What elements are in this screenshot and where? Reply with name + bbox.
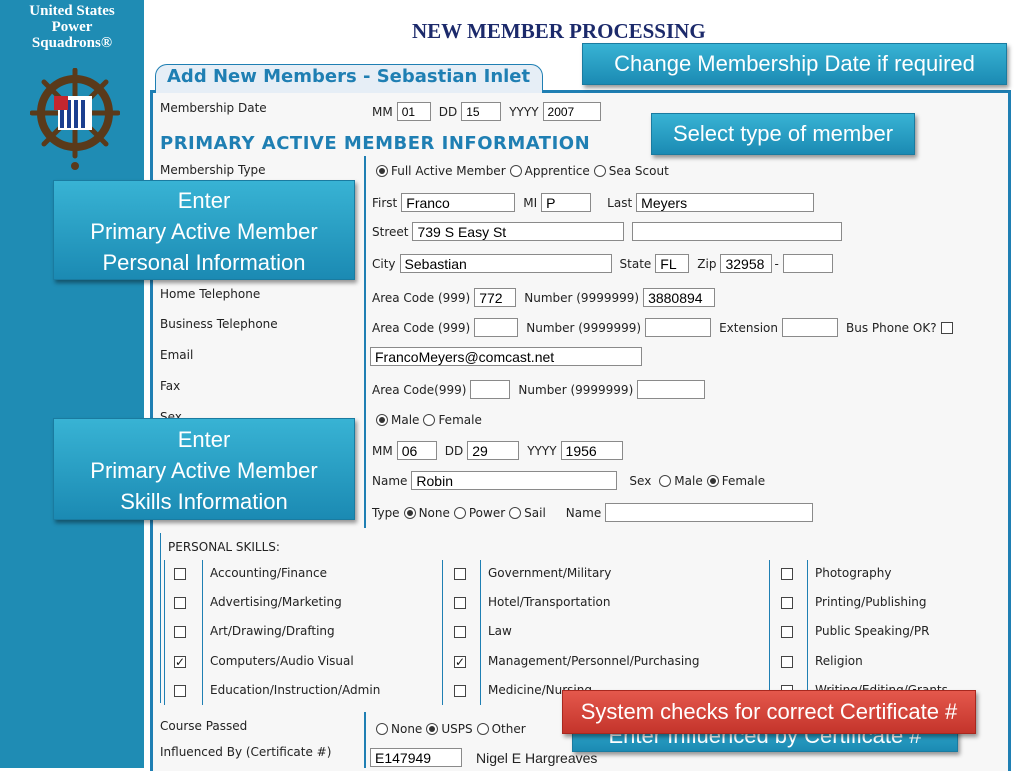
skill-checkbox[interactable] — [454, 568, 466, 580]
skill-label: Education/Instruction/Admin — [210, 683, 381, 697]
course-other-label: Other — [491, 722, 526, 736]
skill-checkbox[interactable] — [174, 685, 186, 697]
influenced-row: E147949 Nigel E Hargreaves — [370, 748, 601, 767]
callout-skills-info: Enter Primary Active Member Skills Infor… — [53, 418, 355, 520]
skill-checkbox[interactable]: ✓ — [454, 656, 466, 668]
skill-checkbox[interactable] — [174, 568, 186, 580]
skill-label: Advertising/Marketing — [210, 595, 342, 609]
skill-label: Art/Drawing/Drafting — [210, 624, 335, 638]
skills-col-divider — [202, 560, 203, 705]
skill-label: Photography — [815, 566, 892, 580]
bottom-divider — [364, 712, 366, 768]
callout-personal-line1: Enter — [177, 188, 231, 213]
callout-skills-line3: Skills Information — [120, 489, 288, 514]
skill-checkbox[interactable] — [781, 597, 793, 609]
skills-col-divider — [769, 560, 770, 705]
course-other-radio[interactable] — [476, 723, 489, 735]
skill-label: Public Speaking/PR — [815, 624, 930, 638]
callout-select-member-type: Select type of member — [651, 113, 915, 155]
course-passed-label: Course Passed — [160, 719, 248, 733]
course-none-label: None — [391, 722, 423, 736]
skill-checkbox[interactable] — [781, 568, 793, 580]
skill-label: Accounting/Finance — [210, 566, 327, 580]
callout-skills-line1: Enter — [177, 427, 231, 452]
skill-label: Hotel/Transportation — [488, 595, 611, 609]
course-radios: None USPS Other — [376, 722, 530, 736]
skill-label: Religion — [815, 654, 863, 668]
course-none-radio[interactable] — [376, 723, 388, 735]
influenced-by-label: Influenced By (Certificate #) — [160, 745, 332, 759]
skill-checkbox[interactable] — [174, 597, 186, 609]
skill-checkbox[interactable]: ✓ — [174, 656, 186, 668]
skill-label: Management/Personnel/Purchasing — [488, 654, 700, 668]
skills-col-divider — [164, 560, 165, 705]
skills-col-divider — [807, 560, 808, 705]
callout-change-date: Change Membership Date if required — [582, 43, 1007, 85]
skill-label: Government/Military — [488, 566, 612, 580]
skill-checkbox[interactable] — [781, 626, 793, 638]
skill-checkbox[interactable] — [174, 626, 186, 638]
callout-skills-line2: Primary Active Member — [90, 458, 318, 483]
skill-checkbox[interactable] — [454, 626, 466, 638]
course-usps-label: USPS — [441, 722, 473, 736]
skill-checkbox[interactable] — [781, 656, 793, 668]
skills-col-divider — [442, 560, 443, 705]
callout-personal-info: Enter Primary Active Member Personal Inf… — [53, 180, 355, 280]
callout-personal-line2: Primary Active Member — [90, 219, 318, 244]
skill-label: Computers/Audio Visual — [210, 654, 354, 668]
skills-col-divider — [480, 560, 481, 705]
skill-checkbox[interactable] — [454, 685, 466, 697]
skill-label: Law — [488, 624, 512, 638]
certificate-input[interactable]: E147949 — [370, 748, 462, 767]
course-usps-radio[interactable] — [426, 723, 439, 735]
callout-personal-line3: Personal Information — [102, 250, 306, 275]
callout-certificate-check: System checks for correct Certificate # — [562, 690, 976, 734]
skill-checkbox[interactable] — [454, 597, 466, 609]
skill-label: Printing/Publishing — [815, 595, 927, 609]
